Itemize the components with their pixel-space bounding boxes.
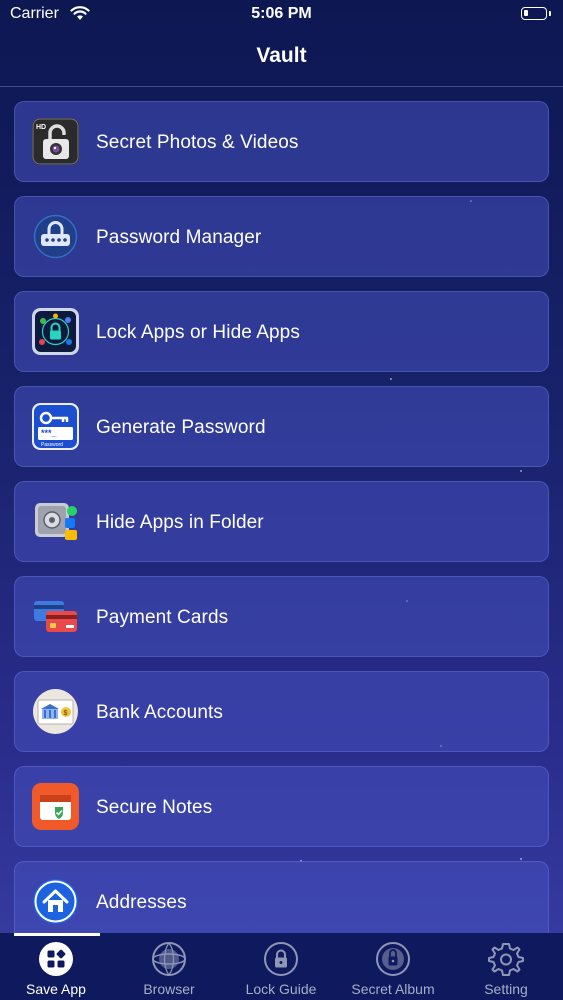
- key-password-icon: ***_ Password: [32, 403, 79, 450]
- menu-item-label: Generate Password: [96, 417, 266, 438]
- menu-item-lock-apps[interactable]: Lock Apps or Hide Apps: [14, 291, 549, 372]
- battery-icon: [521, 7, 551, 20]
- tab-bar: Save App Browser Lock Guide Secret Album: [0, 933, 563, 1000]
- credit-card-icon: [32, 593, 79, 640]
- menu-item-label: Addresses: [96, 892, 187, 913]
- safe-folder-icon: [32, 498, 79, 545]
- svg-text:HD: HD: [36, 124, 46, 131]
- menu-item-hide-apps-folder[interactable]: Hide Apps in Folder: [14, 481, 549, 562]
- tab-label: Setting: [484, 981, 528, 997]
- app-lock-icon: [32, 308, 79, 355]
- tab-label: Secret Album: [351, 981, 435, 997]
- battery-level: [524, 10, 528, 16]
- menu-item-label: Secret Photos & Videos: [96, 132, 299, 153]
- nav-divider: [0, 86, 563, 87]
- menu-item-label: Lock Apps or Hide Apps: [96, 322, 300, 343]
- menu-item-label: Hide Apps in Folder: [96, 512, 264, 533]
- secure-note-icon: [32, 783, 79, 830]
- menu-item-password-manager[interactable]: Password Manager: [14, 196, 549, 277]
- svg-text:***_: ***_: [41, 428, 58, 438]
- tab-label: Browser: [143, 981, 195, 997]
- menu-item-secret-photos[interactable]: HD Secret Photos & Videos: [14, 101, 549, 182]
- menu-item-payment-cards[interactable]: Payment Cards: [14, 576, 549, 657]
- gear-icon: [488, 943, 524, 976]
- page-title: Vault: [256, 44, 307, 67]
- tab-label: Save App: [26, 981, 86, 997]
- password-lock-icon: [32, 213, 79, 260]
- svg-text:Password: Password: [41, 442, 63, 448]
- lock-icon: [264, 942, 298, 976]
- bank-icon: $: [32, 688, 79, 735]
- menu-item-label: Bank Accounts: [96, 702, 223, 723]
- menu-item-secure-notes[interactable]: Secure Notes: [14, 766, 549, 847]
- home-icon: [32, 878, 79, 925]
- tab-browser[interactable]: Browser: [113, 933, 225, 1000]
- tab-label: Lock Guide: [245, 981, 317, 997]
- menu-item-bank-accounts[interactable]: $ Bank Accounts: [14, 671, 549, 752]
- menu-item-label: Payment Cards: [96, 607, 229, 628]
- tab-lock-guide[interactable]: Lock Guide: [225, 933, 337, 1000]
- tab-save-app[interactable]: Save App: [0, 933, 112, 1000]
- svg-text:$: $: [64, 710, 68, 717]
- padlock-dial-icon: [376, 942, 410, 976]
- menu-item-label: Password Manager: [96, 227, 262, 248]
- menu-item-label: Secure Notes: [96, 797, 213, 818]
- menu-item-generate-password[interactable]: ***_ Password Generate Password: [14, 386, 549, 467]
- tab-secret-album[interactable]: Secret Album: [337, 933, 449, 1000]
- menu-item-addresses[interactable]: Addresses: [14, 861, 549, 942]
- vault-menu-list: HD Secret Photos & Videos Password Manag…: [14, 101, 549, 956]
- lock-camera-icon: HD: [32, 118, 79, 165]
- tab-setting[interactable]: Setting: [450, 933, 562, 1000]
- globe-icon: [152, 942, 186, 976]
- status-bar: Carrier 5:06 PM: [0, 0, 563, 30]
- status-time: 5:06 PM: [251, 5, 312, 22]
- grid-icon: [39, 942, 73, 976]
